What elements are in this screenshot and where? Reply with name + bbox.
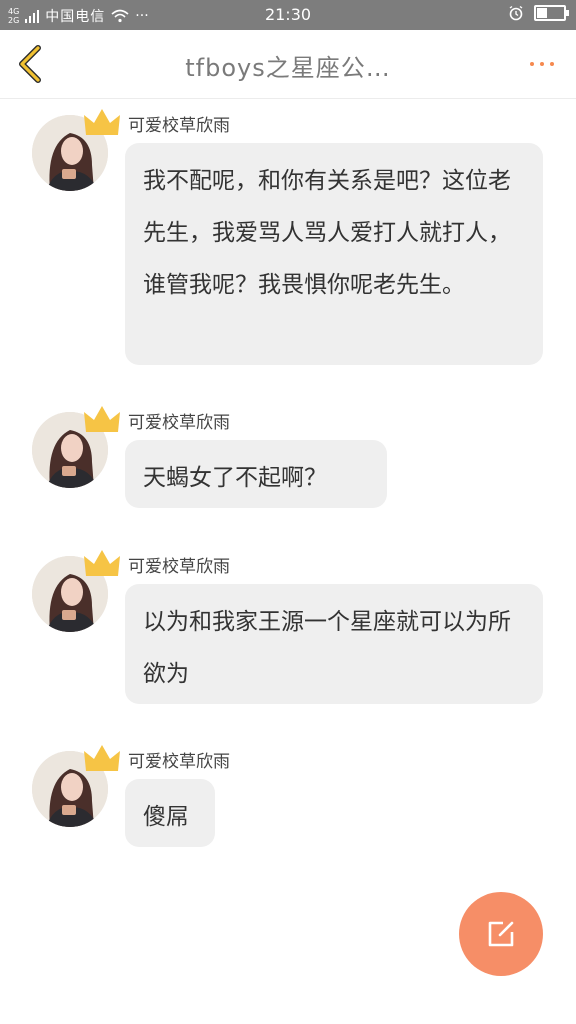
message-bubble[interactable]: 以为和我家王源一个星座就可以为所欲为 xyxy=(125,584,543,704)
status-bar: 4G 2G 中国电信 ··· 21:30 xyxy=(0,0,576,30)
sender-name: 可爱校草欣雨 xyxy=(128,752,230,772)
sender-name: 可爱校草欣雨 xyxy=(128,116,230,136)
message-bubble[interactable]: 天蝎女了不起啊？ xyxy=(125,440,387,508)
status-right xyxy=(508,5,569,21)
page-title: tfboys之星座公… xyxy=(185,54,391,82)
chevron-left-icon xyxy=(19,45,41,83)
battery-level xyxy=(537,8,547,18)
crown-icon xyxy=(84,550,120,576)
sender-name: 可爱校草欣雨 xyxy=(128,413,230,433)
compose-button[interactable] xyxy=(459,892,543,976)
more-dots-icon xyxy=(530,62,554,66)
back-button[interactable] xyxy=(10,42,54,86)
alarm-icon xyxy=(509,5,523,21)
edit-icon xyxy=(488,921,514,947)
crown-icon xyxy=(84,109,120,135)
crown-icon xyxy=(84,406,120,432)
crown-icon xyxy=(84,745,120,771)
clock: 21:30 xyxy=(264,5,312,24)
message-bubble[interactable]: 我不配呢，和你有关系是吧？这位老先生，我爱骂人骂人爱打人就打人，谁管我呢？我畏惧… xyxy=(125,143,543,365)
sender-name: 可爱校草欣雨 xyxy=(128,557,230,577)
more-options-button[interactable] xyxy=(522,50,562,78)
message-bubble[interactable]: 傻屌 xyxy=(125,779,215,847)
battery-icon xyxy=(534,5,569,21)
nav-header: tfboys之星座公… xyxy=(0,30,576,99)
